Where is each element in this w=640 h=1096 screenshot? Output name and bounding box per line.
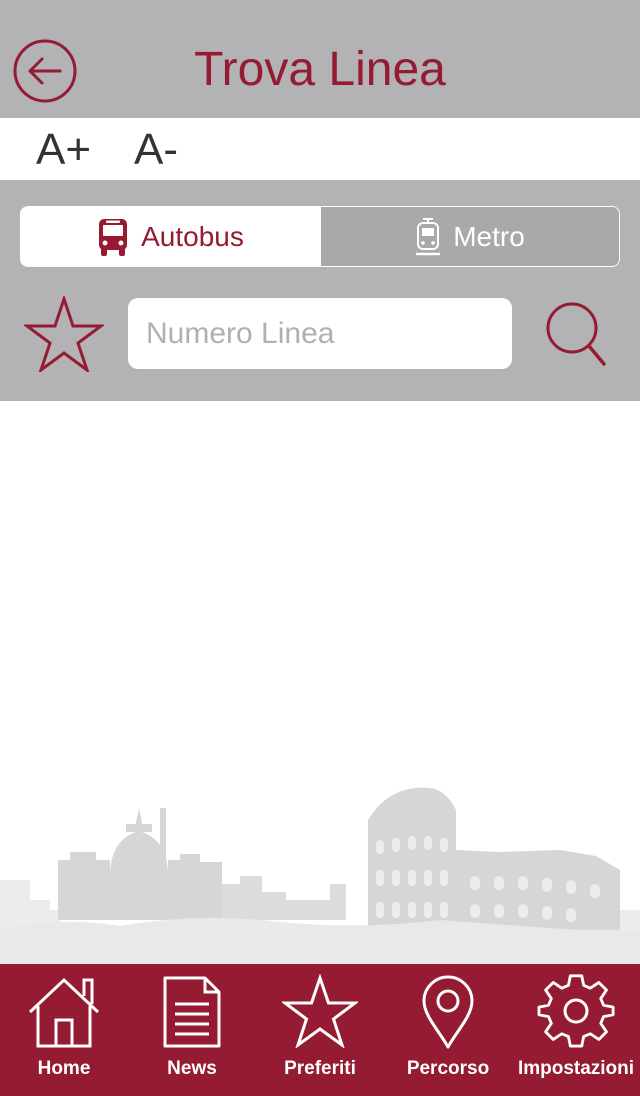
mode-tab-metro[interactable]: Metro (320, 207, 619, 266)
search-icon (546, 302, 606, 366)
tab-label-home: Home (37, 1058, 91, 1079)
increase-font-button[interactable]: A+ (36, 124, 91, 176)
tab-home[interactable]: Home (0, 964, 128, 1096)
font-size-bar: A+ A- (0, 118, 640, 180)
line-number-input[interactable] (128, 298, 512, 369)
tab-preferiti[interactable]: Preferiti (256, 964, 384, 1096)
tab-label-impostazioni: Impostazioni (517, 1058, 635, 1079)
search-button[interactable] (544, 298, 610, 370)
rome-skyline-illustration (0, 787, 640, 966)
page-title: Trova Linea (194, 43, 446, 96)
star-icon (22, 294, 106, 375)
news-icon (163, 976, 221, 1048)
favorite-button[interactable] (22, 294, 106, 375)
search-panel: Autobus Metro (0, 180, 640, 401)
tab-label-news: News (167, 1058, 217, 1079)
tab-percorso[interactable]: Percorso (384, 964, 512, 1096)
map-pin-icon (422, 975, 474, 1049)
gear-icon (537, 974, 615, 1048)
bottom-tab-bar: Home News Preferiti Percorso Impostazion… (0, 964, 640, 1096)
decrease-font-button[interactable]: A- (134, 124, 178, 176)
mode-label-metro: Metro (453, 220, 525, 252)
home-icon (28, 977, 100, 1048)
top-header: Trova Linea (0, 0, 640, 118)
tab-impostazioni[interactable]: Impostazioni (512, 964, 640, 1096)
star-icon (282, 974, 358, 1048)
metro-icon (416, 217, 441, 255)
tab-news[interactable]: News (128, 964, 256, 1096)
mode-label-autobus: Autobus (141, 220, 244, 252)
tab-label-preferiti: Preferiti (284, 1058, 356, 1079)
transport-mode-selector: Autobus Metro (20, 206, 620, 267)
tab-label-percorso: Percorso (406, 1058, 490, 1079)
mode-tab-autobus[interactable]: Autobus (21, 207, 320, 266)
bus-icon (99, 218, 128, 256)
